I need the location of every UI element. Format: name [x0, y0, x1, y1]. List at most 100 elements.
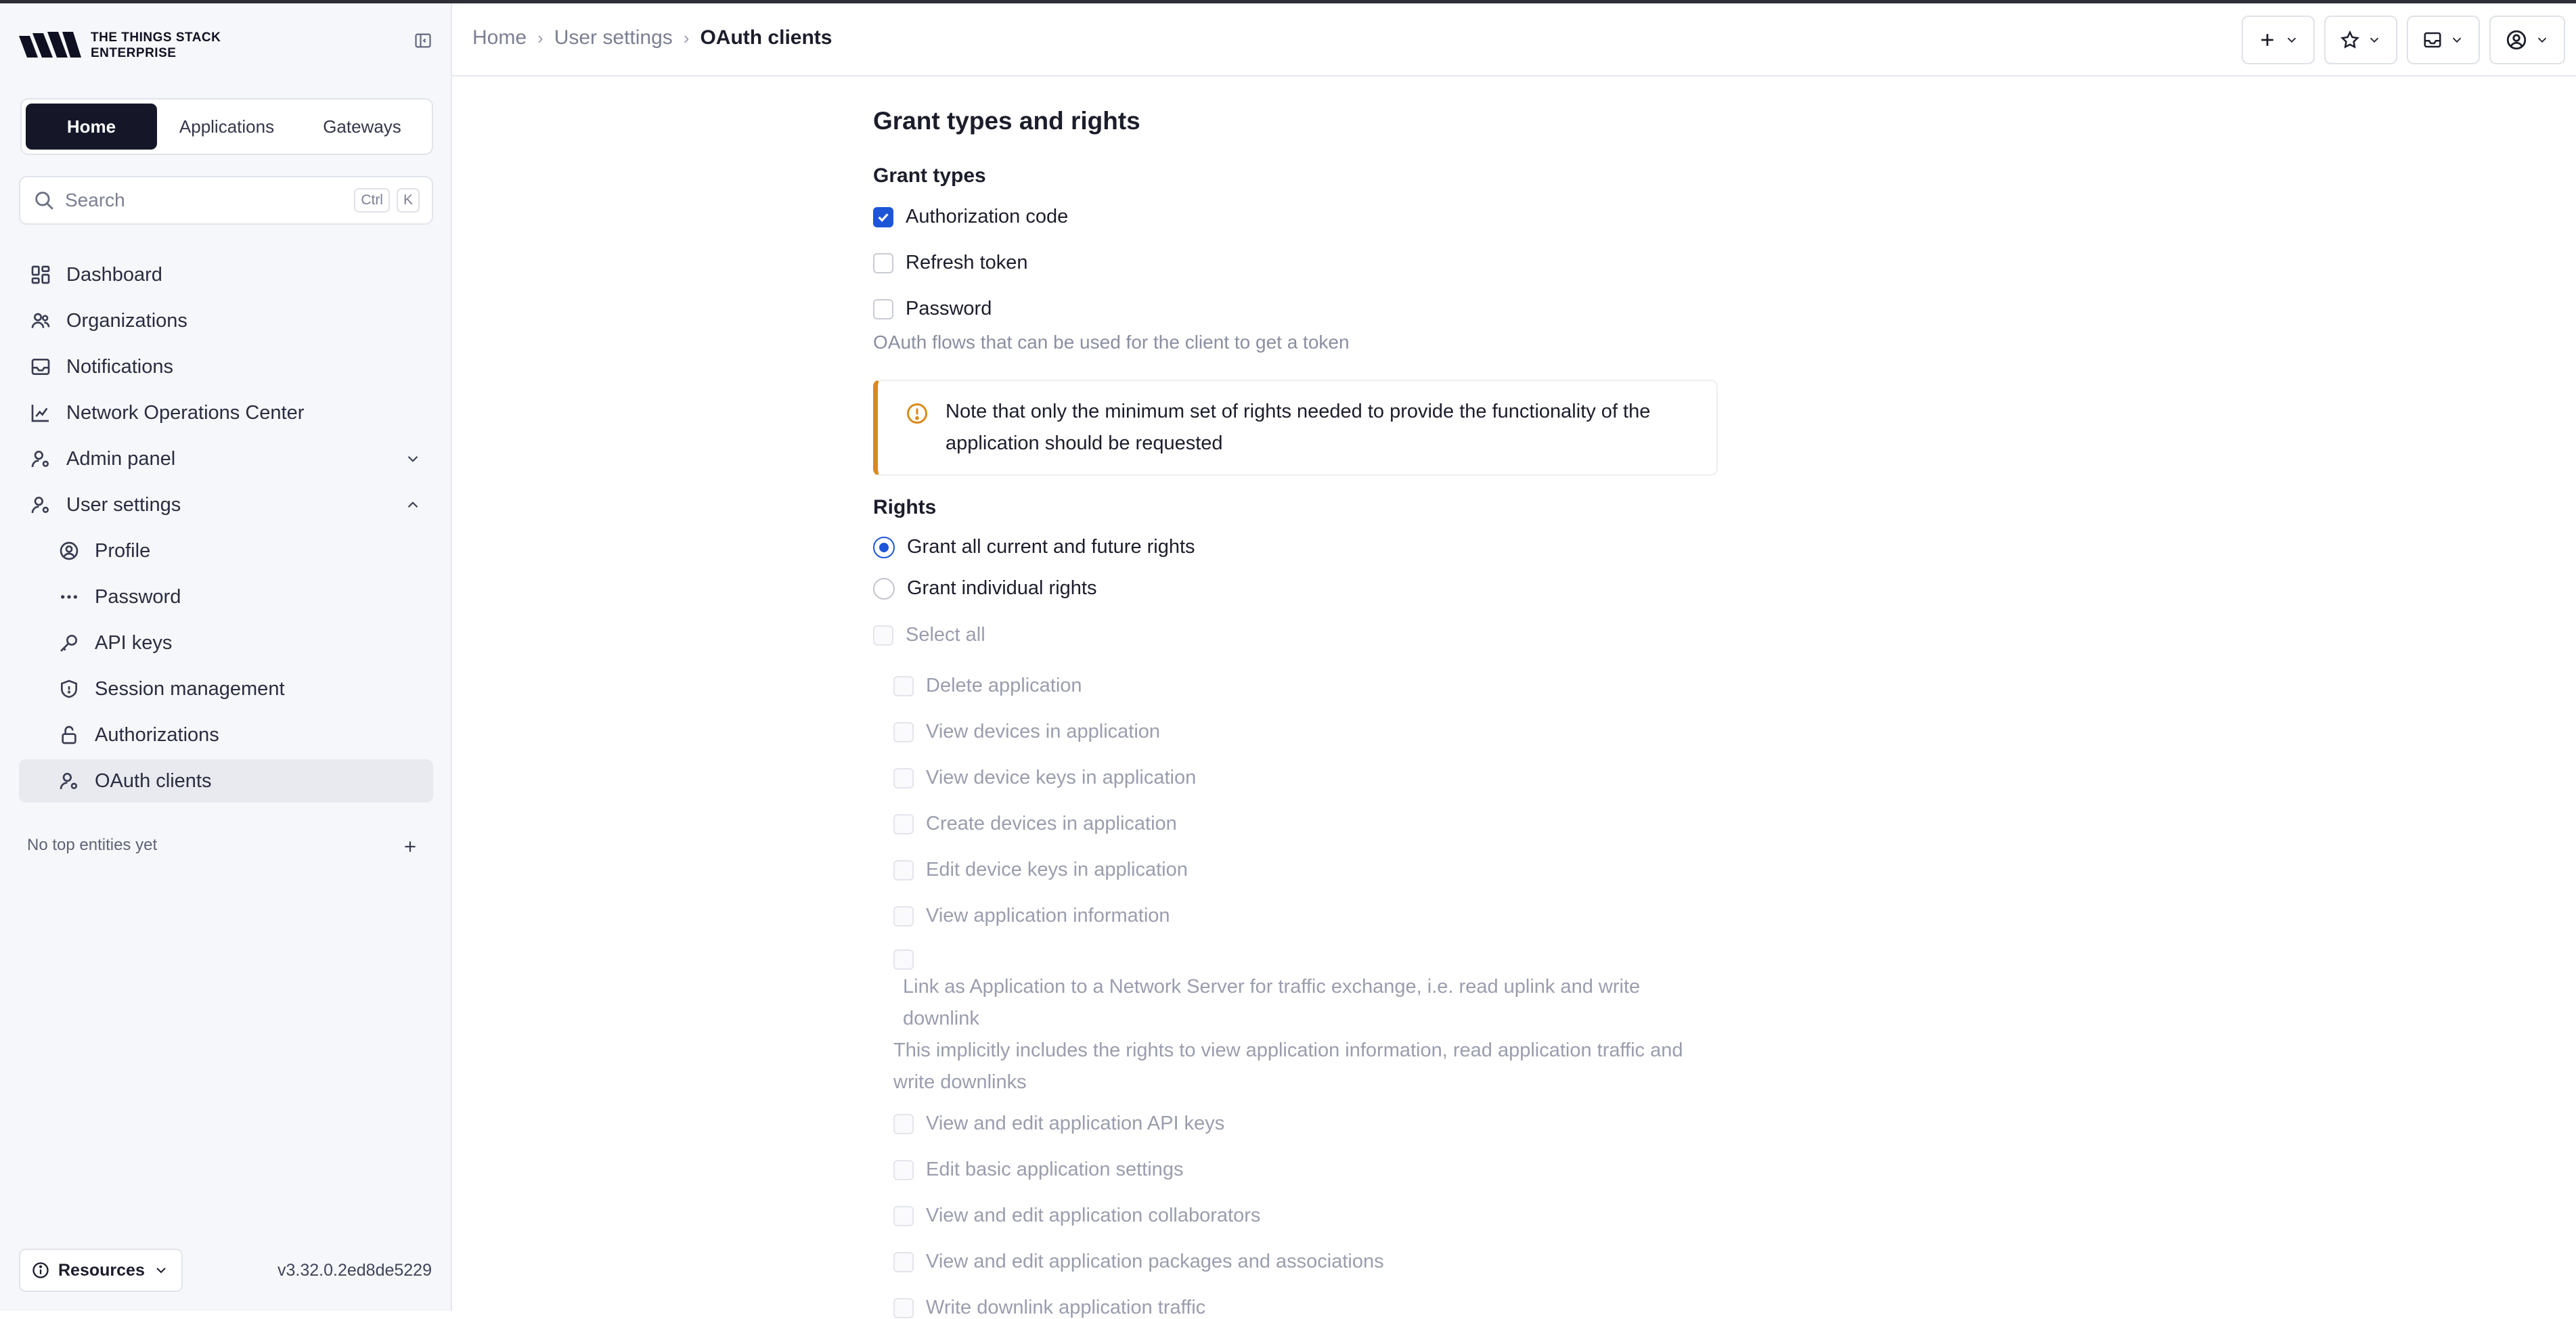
checkbox-disabled[interactable] [893, 859, 914, 880]
grant-types-label: Grant types [873, 164, 986, 187]
sidebar-item-label: Admin panel [66, 447, 176, 470]
shortcut-ctrl: Ctrl [354, 188, 390, 213]
breadcrumb-home[interactable]: Home [472, 26, 527, 49]
right-link-application[interactable] [893, 949, 914, 970]
checkbox-label: View and edit application packages and a… [926, 1251, 1384, 1272]
sidebar-item-api-keys[interactable]: API keys [32, 621, 433, 665]
radio[interactable] [873, 577, 895, 600]
checkbox-disabled[interactable] [893, 1297, 914, 1318]
brand-logo[interactable]: THE THINGS STACK ENTERPRISE [16, 28, 221, 63]
chevron-down-icon [2537, 37, 2547, 43]
sidebar-item-notifications[interactable]: Notifications [19, 345, 433, 388]
checkbox-disabled[interactable] [893, 1251, 914, 1272]
checkbox-disabled[interactable] [893, 721, 914, 742]
sidebar-item-label: Password [95, 585, 181, 608]
bookmarks-button[interactable] [2324, 16, 2397, 64]
radio-label: Grant all current and future rights [907, 536, 1195, 558]
chevron-right-icon: › [683, 27, 690, 48]
right-edit-device-keys[interactable]: Edit device keys in application [893, 859, 1188, 881]
brand-line-1: THE THINGS STACK [91, 30, 221, 45]
sidebar-item-profile[interactable]: Profile [32, 529, 433, 573]
sidebar-item-label: Session management [95, 677, 285, 700]
right-edit-basic-settings[interactable]: Edit basic application settings [893, 1159, 1183, 1181]
sidebar-item-label: Profile [95, 539, 151, 562]
add-entity-button[interactable] [2242, 16, 2315, 64]
grant-type-password[interactable]: Password [873, 298, 992, 320]
radio-selected[interactable] [873, 536, 895, 558]
checkbox-label: View and edit application API keys [926, 1113, 1225, 1134]
dots-icon [57, 585, 81, 609]
grant-type-authorization-code[interactable]: Authorization code [873, 206, 1068, 228]
chevron-down-icon [2452, 37, 2462, 43]
add-top-entity-button[interactable] [398, 834, 422, 859]
sidebar-item-label: OAuth clients [95, 769, 212, 792]
checkbox-disabled[interactable] [893, 767, 914, 788]
checkbox-label: Select all [906, 624, 985, 646]
notifications-button[interactable] [2407, 16, 2480, 64]
notice-text: Note that only the minimum set of rights… [946, 401, 1651, 454]
dashboard-icon [28, 263, 53, 287]
radio-grant-individual-rights[interactable]: Grant individual rights [873, 577, 1096, 600]
checkbox-disabled[interactable] [873, 625, 893, 646]
right-api-keys[interactable]: View and edit application API keys [893, 1113, 1224, 1135]
star-icon [2340, 30, 2359, 49]
user-settings-icon [28, 493, 53, 517]
sidebar-item-label: Network Operations Center [66, 401, 305, 424]
right-packages-associations[interactable]: View and edit application packages and a… [893, 1251, 1384, 1273]
breadcrumb-user-settings[interactable]: User settings [554, 26, 673, 49]
checkbox-disabled[interactable] [893, 1205, 914, 1226]
select-all-rights[interactable]: Select all [873, 624, 985, 646]
account-menu-button[interactable] [2489, 16, 2565, 64]
users-icon [28, 309, 53, 333]
radio-grant-all-rights[interactable]: Grant all current and future rights [873, 536, 1195, 558]
chevron-down-icon [2370, 37, 2379, 43]
sidebar-item-oauth-clients[interactable]: OAuth clients [19, 759, 433, 803]
sidebar-item-dashboard[interactable]: Dashboard [19, 253, 433, 296]
sidebar-item-admin-panel[interactable]: Admin panel [19, 437, 433, 480]
checkbox-label: View and edit application collaborators [926, 1205, 1261, 1226]
sidebar: THE THINGS STACK ENTERPRISE Home Applica… [0, 3, 452, 1311]
sidebar-item-password[interactable]: Password [32, 575, 433, 619]
sidebar-item-label: Dashboard [66, 263, 162, 286]
sidebar-item-organizations[interactable]: Organizations [19, 299, 433, 342]
user-circle-icon [2506, 30, 2527, 50]
sidebar-item-session-management[interactable]: Session management [32, 667, 433, 711]
checkbox-disabled[interactable] [893, 1159, 914, 1180]
switcher-applications[interactable]: Applications [161, 104, 292, 150]
user-circle-icon [57, 539, 81, 563]
search-input[interactable]: Search Ctrl K [19, 176, 433, 225]
checkbox[interactable] [873, 298, 893, 319]
checkbox-disabled[interactable] [893, 813, 914, 834]
sidebar-toggle-icon [415, 33, 431, 48]
breadcrumb: Home › User settings › OAuth clients [472, 26, 832, 49]
switcher-home[interactable]: Home [26, 104, 157, 150]
sidebar-item-authorizations[interactable]: Authorizations [32, 713, 433, 757]
right-view-devices[interactable]: View devices in application [893, 721, 1160, 743]
checkbox-checked[interactable] [873, 206, 893, 227]
checkbox-disabled[interactable] [893, 906, 914, 926]
lock-icon [57, 723, 81, 747]
right-view-application-info[interactable]: View application information [893, 905, 1170, 927]
right-write-downlink[interactable]: Write downlink application traffic [893, 1297, 1205, 1319]
checkbox-label: View device keys in application [926, 767, 1197, 788]
right-create-devices[interactable]: Create devices in application [893, 813, 1177, 835]
brand-line-2: ENTERPRISE [91, 46, 177, 60]
collapse-sidebar-button[interactable] [412, 29, 435, 52]
right-view-device-keys[interactable]: View device keys in application [893, 767, 1196, 789]
sidebar-item-noc[interactable]: Network Operations Center [19, 391, 433, 434]
checkbox[interactable] [873, 252, 893, 273]
resources-button[interactable]: Resources [19, 1249, 183, 1292]
checkbox-disabled[interactable] [893, 949, 914, 970]
rights-warning-notice: Note that only the minimum set of rights… [873, 380, 1718, 476]
checkbox-disabled[interactable] [893, 1113, 914, 1134]
switcher-gateways[interactable]: Gateways [296, 104, 428, 150]
checkbox-label: Password [906, 298, 992, 319]
grant-type-refresh-token[interactable]: Refresh token [873, 252, 1028, 274]
link-right-label: Link as Application to a Network Server … [903, 976, 1641, 1029]
right-delete-application[interactable]: Delete application [893, 675, 1082, 697]
sidebar-item-user-settings[interactable]: User settings [19, 483, 433, 527]
checkbox-disabled[interactable] [893, 675, 914, 696]
right-collaborators[interactable]: View and edit application collaborators [893, 1205, 1260, 1227]
chevron-down-icon [156, 1268, 166, 1274]
checkbox-label: Create devices in application [926, 813, 1177, 834]
